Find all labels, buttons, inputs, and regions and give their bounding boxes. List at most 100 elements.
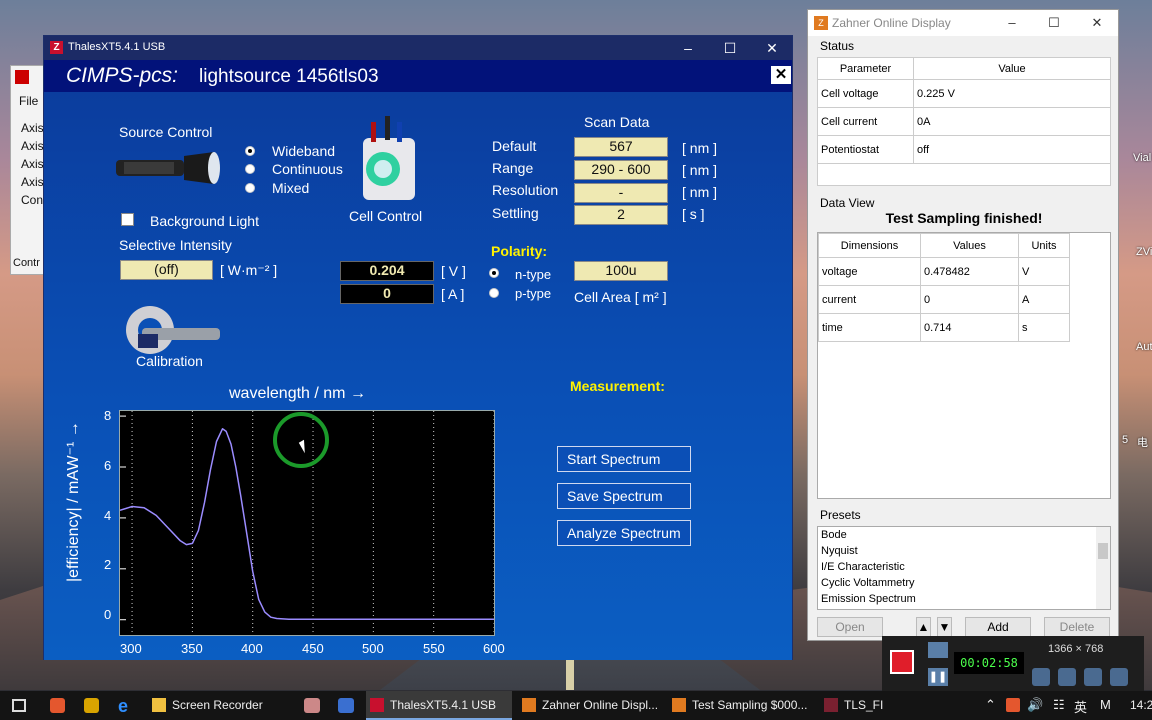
cursor-icon[interactable] — [1110, 668, 1128, 686]
scan-resolution-field[interactable]: - — [574, 183, 668, 203]
desktop-icon-label[interactable]: Aut — [1136, 341, 1152, 353]
edge-browser-icon[interactable]: e — [118, 696, 128, 717]
preset-item[interactable]: Nyquist — [818, 543, 1110, 559]
move-up-button[interactable]: ▲ — [916, 617, 931, 637]
scan-range-field[interactable]: 290 - 600 — [574, 160, 668, 180]
cell-control-icon[interactable] — [357, 114, 419, 204]
pause-icon[interactable]: ❚❚ — [928, 668, 948, 686]
app-pin-icon[interactable] — [50, 698, 65, 713]
desktop-icon-label[interactable]: 5 — [1122, 434, 1128, 446]
taskbar-item-label: Test Sampling $000... — [692, 698, 808, 712]
taskbar-item-screen-recorder[interactable]: Screen Recorder — [148, 691, 286, 720]
open-button[interactable]: Open — [817, 617, 883, 637]
polarity-option-label[interactable]: n-type — [515, 267, 551, 282]
save-spectrum-button[interactable]: Save Spectrum — [557, 483, 691, 509]
tray-app-icon[interactable] — [1006, 698, 1020, 712]
source-option-label[interactable]: Mixed — [272, 180, 309, 196]
tray-expand-icon[interactable]: ⌃ — [985, 697, 996, 713]
status-empty-row — [817, 163, 1111, 186]
camera-icon[interactable] — [928, 642, 948, 658]
selective-intensity-unit: [ W·m⁻² ] — [220, 262, 278, 278]
scan-row-unit: [ nm ] — [682, 162, 718, 178]
network-icon[interactable]: ☷ — [1053, 697, 1065, 713]
taskbar-item-tls-fi[interactable]: TLS_FI — [820, 691, 920, 720]
scan-row-name: Range — [492, 160, 534, 176]
data-view-header: Dimensions — [818, 233, 921, 258]
polarity-radio-p-type[interactable] — [489, 288, 499, 298]
maximize-button[interactable]: ☐ — [720, 39, 740, 57]
selective-intensity-field[interactable]: (off) — [120, 260, 213, 280]
app-pin-icon[interactable] — [338, 698, 354, 713]
scan-settling-field[interactable]: 2 — [574, 205, 668, 225]
desktop-icon-label[interactable]: Vial — [1133, 152, 1151, 164]
presets-list[interactable]: Bode Nyquist I/E Characteristic Cyclic V… — [817, 526, 1111, 610]
recording-resolution: 1366 × 768 — [1048, 643, 1104, 655]
app-pin-icon[interactable] — [304, 698, 320, 713]
zahner-titlebar[interactable]: Z Zahner Online Display – ☐ ✕ — [808, 10, 1118, 36]
microphone-icon[interactable] — [1058, 668, 1076, 686]
desktop-icon-label[interactable]: 电 — [1137, 434, 1148, 450]
preset-item[interactable]: Emission Spectrum — [818, 591, 1110, 607]
move-down-button[interactable]: ▼ — [937, 617, 952, 637]
close-panel-button[interactable]: ✕ — [771, 66, 791, 84]
x-tick-label: 500 — [362, 641, 384, 656]
maximize-button[interactable]: ☐ — [1044, 14, 1064, 32]
file-name: lightsource 1456tls03 — [199, 66, 379, 87]
add-button[interactable]: Add — [965, 617, 1031, 637]
thales-titlebar[interactable]: Z ThalesXT5.4.1 USB – ☐ ✕ — [44, 36, 792, 60]
scan-row-unit: [ s ] — [682, 206, 705, 222]
background-light-checkbox[interactable] — [121, 213, 134, 226]
taskbar-item-zahner-online-display[interactable]: Zahner Online Displ... — [518, 691, 664, 720]
data-view-cell: V — [1018, 257, 1070, 286]
volume-icon[interactable]: 🔊 — [1027, 697, 1043, 713]
delete-button[interactable]: Delete — [1044, 617, 1110, 637]
clock[interactable]: 14:2 — [1130, 698, 1152, 712]
source-option-label[interactable]: Wideband — [272, 143, 335, 159]
source-radio-mixed[interactable] — [245, 183, 255, 193]
polarity-option-label[interactable]: p-type — [515, 286, 551, 301]
x-tick-label: 450 — [302, 641, 324, 656]
app-pin-icon[interactable] — [84, 698, 99, 713]
close-button[interactable]: ✕ — [762, 39, 782, 57]
minimize-button[interactable]: – — [1002, 14, 1022, 32]
polarity-radio-n-type[interactable] — [489, 268, 499, 278]
zahner-z-logo-icon: Z — [50, 41, 63, 54]
minimize-button[interactable]: – — [678, 39, 698, 57]
source-radio-continuous[interactable] — [245, 164, 255, 174]
input-language-indicator[interactable]: 英 — [1074, 697, 1087, 716]
scan-default-field[interactable]: 567 — [574, 137, 668, 157]
stop-record-button[interactable] — [890, 650, 914, 674]
x-tick-label: 550 — [423, 641, 445, 656]
taskbar-item-test-sampling[interactable]: Test Sampling $000... — [668, 691, 814, 720]
calibration-icon[interactable] — [124, 304, 224, 356]
scan-row-name: Resolution — [492, 182, 559, 198]
flashlight-icon[interactable] — [114, 150, 224, 186]
data-view-header: Units — [1018, 233, 1070, 258]
source-radio-wideband[interactable] — [245, 146, 255, 156]
presets-scrollbar[interactable] — [1096, 527, 1110, 609]
task-view-icon[interactable] — [12, 699, 26, 712]
taskbar-item-thales[interactable]: ThalesXT5.4.1 USB — [366, 691, 512, 720]
preset-item[interactable]: I/E Characteristic — [818, 559, 1110, 575]
cell-area-field[interactable]: 100u — [574, 261, 668, 281]
thales-window: Z ThalesXT5.4.1 USB – ☐ ✕ CIMPS-pcs: lig… — [43, 35, 793, 660]
presets-scrollbar-thumb[interactable] — [1098, 543, 1108, 559]
start-spectrum-button[interactable]: Start Spectrum — [557, 446, 691, 472]
speaker-icon[interactable] — [1032, 668, 1050, 686]
cimps-header: CIMPS-pcs: lightsource 1456tls03 ✕ — [44, 60, 792, 92]
preset-item[interactable]: Bode — [818, 527, 1110, 543]
zahner-app-icon — [672, 698, 686, 712]
measurement-label: Measurement: — [570, 378, 665, 394]
webcam-icon[interactable] — [1084, 668, 1102, 686]
background-window-item: Axis — [21, 139, 44, 153]
background-light-label[interactable]: Background Light — [150, 213, 259, 229]
preset-item[interactable]: Cyclic Voltammetry — [818, 575, 1110, 591]
source-option-label[interactable]: Continuous — [272, 161, 343, 177]
close-button[interactable]: ✕ — [1087, 14, 1107, 32]
ime-indicator[interactable]: M — [1100, 697, 1111, 712]
desktop-icon-label[interactable]: ZVi — [1136, 246, 1152, 258]
background-window-menu-file[interactable]: File — [19, 94, 38, 108]
analyze-spectrum-button[interactable]: Analyze Spectrum — [557, 520, 691, 546]
status-cell: Cell current — [817, 107, 914, 136]
y-tick-label: 0 — [104, 607, 112, 622]
